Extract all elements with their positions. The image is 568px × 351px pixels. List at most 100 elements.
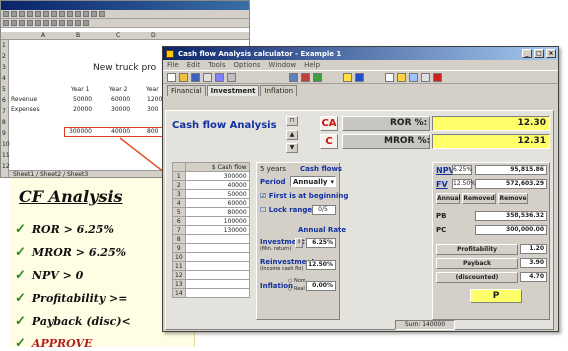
- table-row[interactable]: 12: [172, 270, 250, 280]
- calculator-icon[interactable]: [289, 73, 298, 82]
- checkbox-checked-icon[interactable]: ☑: [260, 192, 266, 200]
- remove-button[interactable]: Remove: [498, 193, 528, 204]
- fv-rate: 12.50%: [452, 179, 476, 189]
- fv-value: 572,603.29: [475, 179, 547, 189]
- page-icon[interactable]: [385, 73, 394, 82]
- table-row[interactable]: 14: [172, 288, 250, 298]
- cash-flow-cell[interactable]: [184, 270, 250, 280]
- note-icon[interactable]: [343, 73, 352, 82]
- cash-flow-cell[interactable]: 300000: [184, 171, 250, 181]
- menu-edit[interactable]: Edit: [187, 61, 201, 69]
- cash-flow-cell[interactable]: [184, 234, 250, 244]
- period-select[interactable]: Annually ▾: [290, 176, 336, 187]
- annual-button[interactable]: Annual: [436, 193, 461, 204]
- status-sum: Sum: 140000: [395, 320, 455, 330]
- investment-rate[interactable]: 6.25%: [306, 238, 336, 248]
- lock-range-checkbox[interactable]: ☐ Lock range: [260, 206, 312, 214]
- investment-sub-label: (Min. return): [260, 246, 292, 252]
- exit-icon[interactable]: [433, 73, 442, 82]
- copy-icon[interactable]: [227, 73, 236, 82]
- investment-spinner[interactable]: ↕: [295, 238, 303, 248]
- table-row[interactable]: 2 40000: [172, 180, 250, 190]
- cash-flow-cell[interactable]: [184, 288, 250, 298]
- row-number: 9: [172, 243, 186, 253]
- table-row[interactable]: 11: [172, 261, 250, 271]
- menu-options[interactable]: Options: [234, 61, 261, 69]
- app-toolbar: [163, 70, 558, 84]
- cash-flow-cell[interactable]: [184, 261, 250, 271]
- preview-icon[interactable]: [215, 73, 224, 82]
- table-row[interactable]: 3 50000: [172, 189, 250, 199]
- row-number: 3: [172, 189, 186, 199]
- tab-investment[interactable]: Investment: [206, 85, 260, 96]
- radio-icon[interactable]: ○: [288, 286, 292, 292]
- cash-flow-cell[interactable]: [184, 243, 250, 253]
- graph-icon[interactable]: [313, 73, 322, 82]
- pin-icon[interactable]: ⊓: [286, 116, 298, 126]
- table-row[interactable]: 8: [172, 234, 250, 244]
- up-icon[interactable]: ▲: [286, 130, 298, 140]
- save-icon[interactable]: [191, 73, 200, 82]
- inflation-real-label: Real: [293, 286, 305, 292]
- inflation-rate[interactable]: 0.00%: [306, 281, 336, 291]
- calculate-button[interactable]: P: [470, 289, 522, 303]
- fv-label: FV: [436, 180, 448, 189]
- reinvestment-rate[interactable]: 12.50%: [306, 260, 336, 270]
- lock-range-label: Lock range: [268, 206, 313, 214]
- radio-icon[interactable]: ○: [288, 278, 292, 284]
- inflation-real-radio[interactable]: ○ Real: [288, 286, 305, 292]
- table-row[interactable]: 13: [172, 279, 250, 289]
- menu-window[interactable]: Window: [269, 61, 297, 69]
- cash-flow-cell[interactable]: 130000: [184, 225, 250, 235]
- tab-inflation[interactable]: Inflation: [260, 85, 298, 96]
- cash-flow-cell[interactable]: 40000: [184, 180, 250, 190]
- pb-label: PB: [436, 212, 447, 220]
- removed-button[interactable]: Removed: [462, 193, 496, 204]
- open-icon[interactable]: [179, 73, 188, 82]
- table-row[interactable]: 9: [172, 243, 250, 253]
- cash-flow-cell[interactable]: 60000: [184, 198, 250, 208]
- window-titlebar[interactable]: Cash flow Analysis calculator - Example …: [163, 47, 558, 60]
- profitability-button[interactable]: Profitability: [436, 244, 518, 255]
- down-icon[interactable]: ▼: [286, 143, 298, 153]
- window-buttons: _ □ ×: [522, 49, 558, 58]
- close-button[interactable]: ×: [546, 49, 556, 58]
- table-row[interactable]: 5 80000: [172, 207, 250, 217]
- discounted-payback-value: 4.70: [520, 272, 547, 282]
- export-icon[interactable]: [421, 73, 430, 82]
- row-number: 2: [172, 180, 186, 190]
- checkbox-icon[interactable]: ☐: [260, 206, 266, 214]
- folder-icon[interactable]: [397, 73, 406, 82]
- settings-icon[interactable]: [409, 73, 418, 82]
- table-row[interactable]: 6 100000: [172, 216, 250, 226]
- menu-file[interactable]: File: [167, 61, 179, 69]
- table-row[interactable]: 7 130000: [172, 225, 250, 235]
- inflation-nominal-radio[interactable]: ○ Nom: [288, 278, 306, 284]
- payback-button[interactable]: Payback: [436, 258, 518, 269]
- table-row[interactable]: 4 60000: [172, 198, 250, 208]
- first-at-beginning-checkbox[interactable]: ☑ First is at beginning: [260, 192, 348, 200]
- cash-flow-cell[interactable]: 100000: [184, 216, 250, 226]
- new-icon[interactable]: [167, 73, 176, 82]
- lock-range-input[interactable]: 0/5: [312, 205, 336, 215]
- tab-financial[interactable]: Financial: [167, 85, 206, 96]
- ca-indicator: CA: [320, 116, 338, 131]
- maximize-button[interactable]: □: [534, 49, 544, 58]
- row-number: 12: [172, 270, 186, 280]
- cash-flow-table[interactable]: $ Cash flow 1 300000 2 40000 3 50000 4 60000…: [172, 162, 250, 298]
- cash-flow-cell[interactable]: [184, 279, 250, 289]
- menu-tools[interactable]: Tools: [208, 61, 225, 69]
- periods-label: 5 years: [260, 165, 286, 173]
- minimize-button[interactable]: _: [522, 49, 532, 58]
- cash-flow-cell[interactable]: 80000: [184, 207, 250, 217]
- table-row[interactable]: 1 300000: [172, 171, 250, 181]
- cash-flow-cell[interactable]: [184, 252, 250, 262]
- chart-icon[interactable]: [301, 73, 310, 82]
- menu-help[interactable]: Help: [304, 61, 320, 69]
- print-icon[interactable]: [203, 73, 212, 82]
- cash-flow-cell[interactable]: 50000: [184, 189, 250, 199]
- discounted-payback-button[interactable]: (discounted): [436, 272, 518, 283]
- table-header-row: $ Cash flow: [172, 162, 250, 172]
- info-icon[interactable]: [355, 73, 364, 82]
- table-row[interactable]: 10: [172, 252, 250, 262]
